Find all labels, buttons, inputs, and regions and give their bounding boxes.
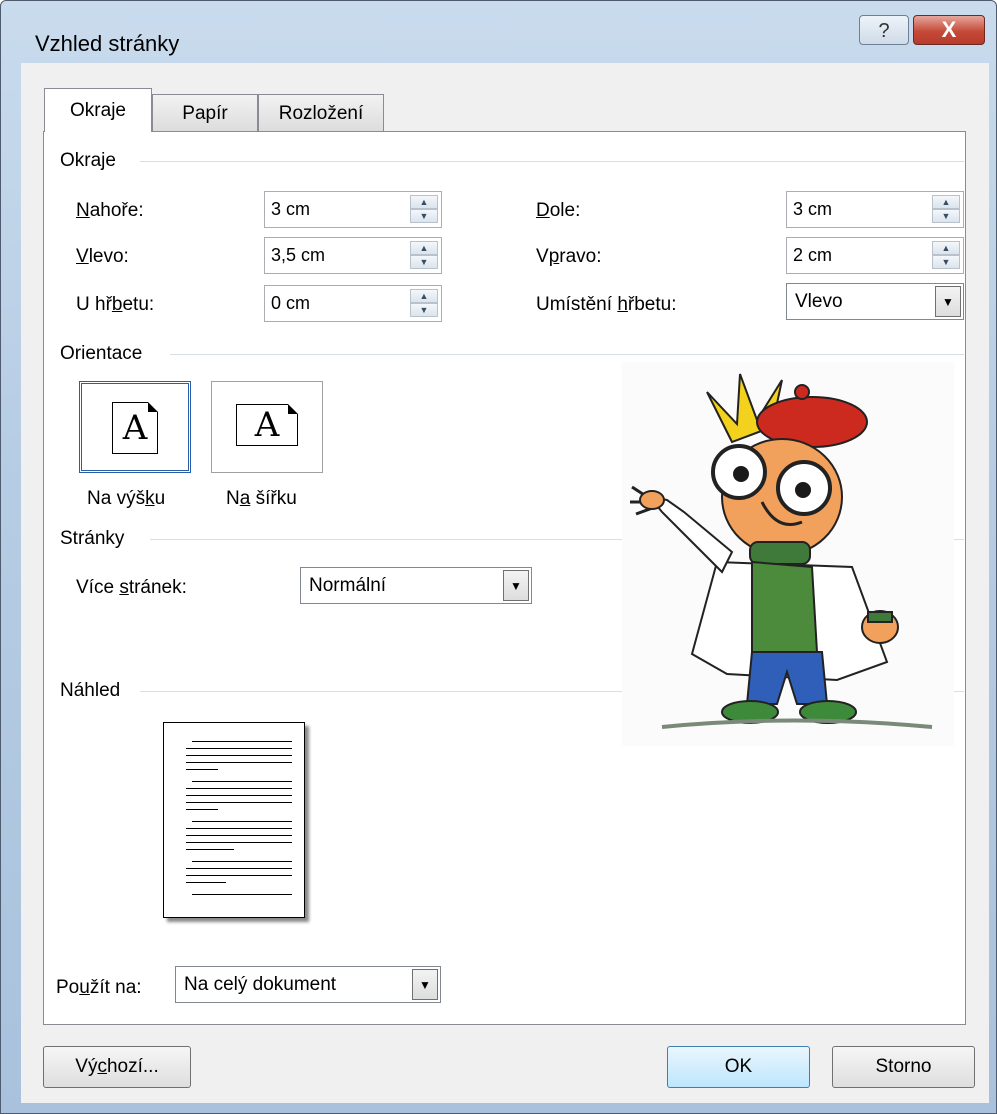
help-button[interactable]: ? [859,15,909,45]
portrait-page-icon: A [112,402,158,454]
tab-layout[interactable]: Rozložení [258,94,384,132]
spin-up-icon[interactable]: ▲ [410,241,438,255]
bottom-margin-label: Dole: [536,200,581,221]
portrait-label[interactable]: Na výšku [87,488,165,510]
spin-down-icon[interactable]: ▼ [410,303,438,317]
preview-text-line [186,748,292,749]
preview-text-line [186,868,292,869]
preview-text-line [186,842,292,843]
gutter-value[interactable]: 0 cm [271,293,310,314]
bottom-margin-spinner[interactable]: 3 cm ▲ ▼ [786,191,964,228]
bottom-margin-value[interactable]: 3 cm [793,199,832,220]
spin-up-icon[interactable]: ▲ [932,195,960,209]
multiple-pages-select[interactable]: Normální ▼ [300,567,532,604]
gutter-position-label: Umístění hřbetu: [536,294,677,315]
preview-text-line [186,849,234,850]
tab-paper[interactable]: Papír [152,94,258,132]
gutter-position-value[interactable]: Vlevo [795,291,843,313]
preview-text-line [192,821,292,822]
preview-text-line [186,802,292,803]
left-margin-spinner[interactable]: 3,5 cm ▲ ▼ [264,237,442,274]
dropdown-arrow-icon[interactable]: ▼ [935,286,961,317]
top-margin-label: Nahoře: [76,200,144,221]
preview-text-line [186,795,292,796]
margins-group-label: Okraje [60,150,122,172]
page-preview [163,722,305,918]
apply-to-label: Použít na: [56,977,142,998]
gutter-label: U hřbetu: [76,294,155,315]
right-margin-label: Vpravo: [536,246,602,267]
ok-button[interactable]: OK [667,1046,810,1088]
left-margin-value[interactable]: 3,5 cm [271,245,325,266]
portrait-button[interactable]: A [79,381,191,473]
spin-down-icon[interactable]: ▼ [932,255,960,269]
scientist-cartoon-illustration [622,362,954,746]
multiple-pages-label: Více stránek: [76,577,187,598]
close-button[interactable]: X [913,15,985,45]
dropdown-arrow-icon[interactable]: ▼ [503,570,529,601]
gutter-position-select[interactable]: Vlevo ▼ [786,283,964,320]
multiple-pages-value[interactable]: Normální [309,575,386,597]
preview-text-line [186,882,226,883]
spin-down-icon[interactable]: ▼ [932,209,960,223]
cancel-button[interactable]: Storno [832,1046,975,1088]
orientation-divider [170,354,964,355]
spin-up-icon[interactable]: ▲ [410,289,438,303]
preview-group-label: Náhled [60,680,127,702]
preview-text-line [186,755,292,756]
gutter-spinner[interactable]: 0 cm ▲ ▼ [264,285,442,322]
margins-divider [140,161,964,162]
spin-down-icon[interactable]: ▼ [410,209,438,223]
preview-text-line [186,788,292,789]
window-title: Vzhled stránky [35,31,180,56]
preview-text-line [186,769,218,770]
apply-to-select[interactable]: Na celý dokument ▼ [175,966,441,1003]
dropdown-arrow-icon[interactable]: ▼ [412,969,438,1000]
orientation-group-label: Orientace [60,343,149,365]
preview-text-line [186,835,292,836]
title-bar[interactable]: Vzhled stránky ? X [1,1,996,63]
left-margin-label: Vlevo: [76,246,129,267]
tab-margins[interactable]: Okraje [44,88,152,132]
preview-text-line [186,828,292,829]
spin-down-icon[interactable]: ▼ [410,255,438,269]
preview-text-line [192,894,292,895]
preview-text-line [186,875,292,876]
landscape-page-icon: A [236,404,298,446]
pages-group-label: Stránky [60,528,131,550]
right-margin-value[interactable]: 2 cm [793,245,832,266]
preview-text-line [186,762,292,763]
right-margin-spinner[interactable]: 2 cm ▲ ▼ [786,237,964,274]
apply-to-value[interactable]: Na celý dokument [184,974,336,996]
preview-text-line [192,861,292,862]
preview-text-line [186,809,218,810]
landscape-label[interactable]: Na šířku [226,488,297,510]
top-margin-spinner[interactable]: 3 cm ▲ ▼ [264,191,442,228]
preview-text-line [192,741,292,742]
top-margin-value[interactable]: 3 cm [271,199,310,220]
spin-up-icon[interactable]: ▲ [410,195,438,209]
preview-text-line [192,781,292,782]
spin-up-icon[interactable]: ▲ [932,241,960,255]
set-as-default-button[interactable]: Výchozí... [43,1046,191,1088]
landscape-button[interactable]: A [211,381,323,473]
